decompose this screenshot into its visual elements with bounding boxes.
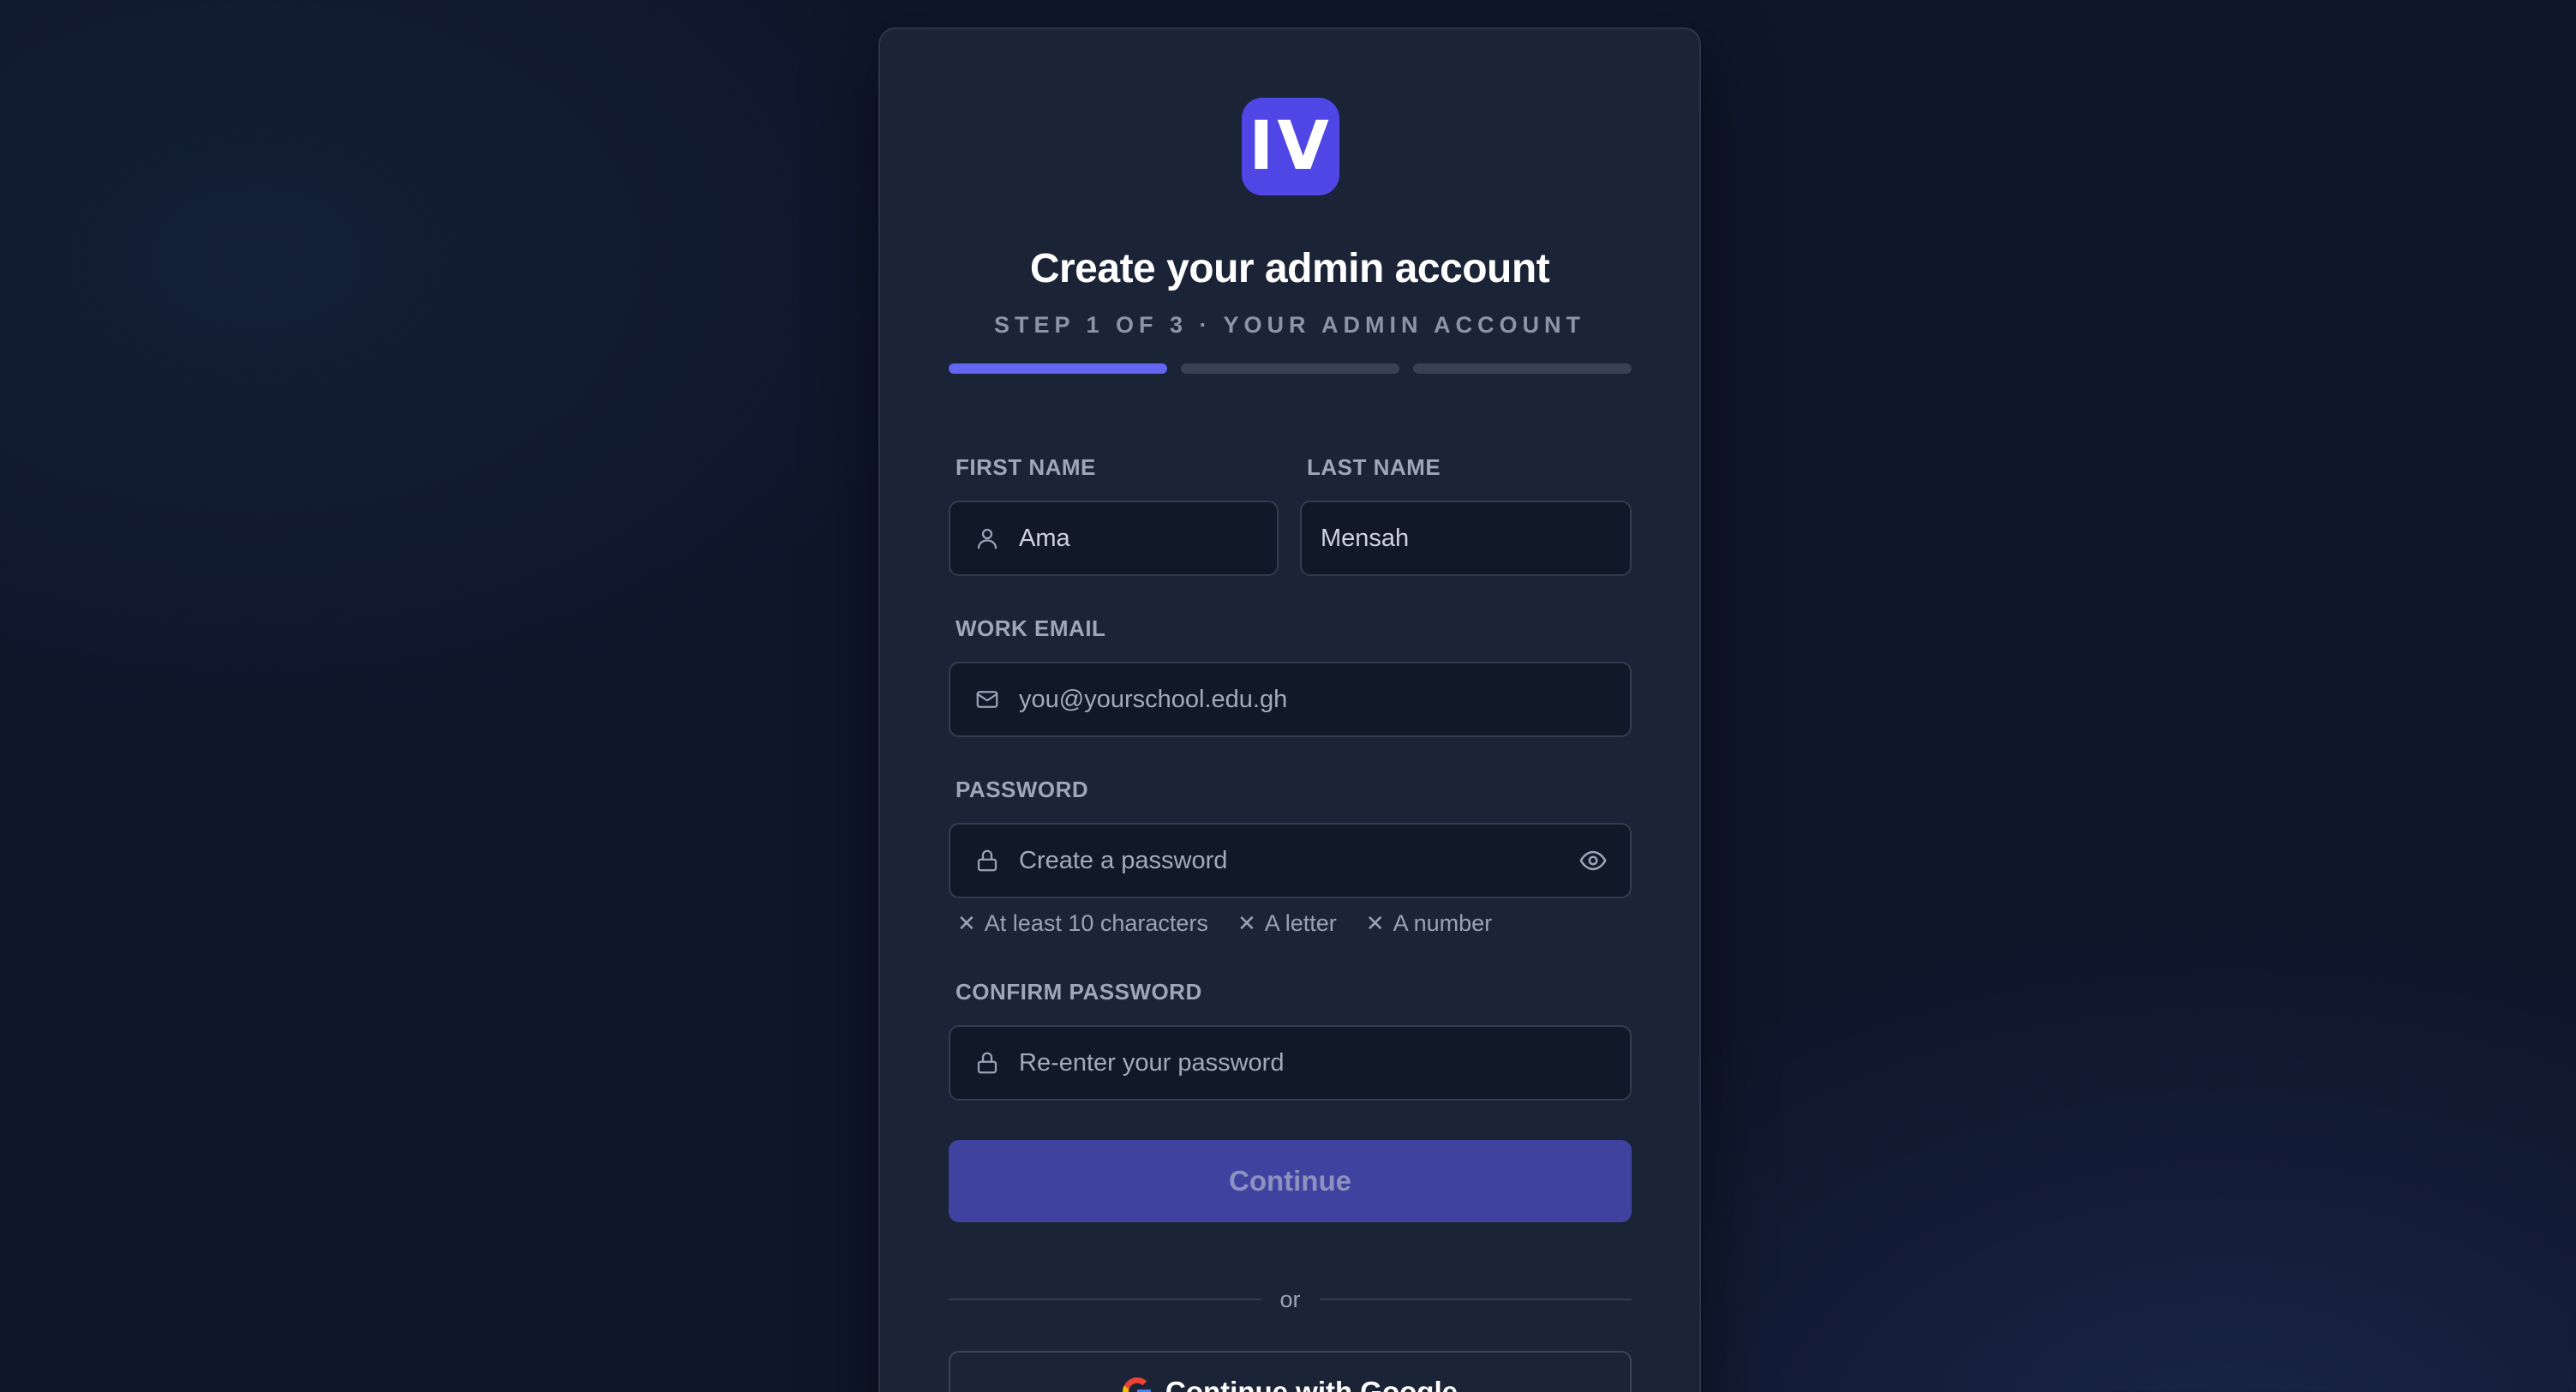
password-requirements: ✕ At least 10 characters ✕ A letter ✕ A … <box>957 910 1492 937</box>
confirm-password-input[interactable] <box>1000 1027 1630 1099</box>
progress-step-3 <box>1413 363 1632 374</box>
page-title: Create your admin account <box>1029 246 1550 291</box>
app-logo: IV <box>1242 98 1339 195</box>
confirm-password-label: CONFIRM PASSWORD <box>956 979 1202 1005</box>
signup-card: IV Create your admin account STEP 1 OF 3… <box>878 27 1701 1392</box>
progress-steps <box>949 363 1632 374</box>
user-icon <box>974 525 1000 551</box>
x-icon: ✕ <box>957 910 976 936</box>
google-icon <box>1123 1377 1151 1392</box>
last-name-label: LAST NAME <box>1307 454 1441 480</box>
lock-icon <box>974 848 1000 873</box>
progress-step-1 <box>949 363 1167 374</box>
first-name-field[interactable] <box>949 501 1342 576</box>
work-email-input[interactable] <box>1000 663 1630 735</box>
divider-line <box>949 1299 1261 1300</box>
confirm-password-field[interactable] <box>949 1025 1632 1101</box>
requirement-length: ✕ At least 10 characters <box>957 910 1208 937</box>
divider-line <box>1319 1299 1632 1300</box>
requirement-letter: ✕ A letter <box>1237 910 1337 937</box>
work-email-field[interactable] <box>949 662 1632 737</box>
last-name-field[interactable] <box>1300 501 1644 576</box>
google-button-label: Continue with Google <box>1165 1376 1458 1392</box>
step-subtitle: STEP 1 OF 3 · YOUR ADMIN ACCOUNT <box>993 312 1586 338</box>
divider-text: or <box>1279 1286 1301 1312</box>
password-label: PASSWORD <box>956 777 1089 802</box>
eye-icon[interactable] <box>1579 846 1608 875</box>
first-name-label: FIRST NAME <box>956 454 1096 480</box>
password-field[interactable] <box>949 823 1632 898</box>
progress-step-2 <box>1181 363 1399 374</box>
x-icon: ✕ <box>1237 910 1256 936</box>
google-signin-button[interactable]: Continue with Google <box>949 1351 1632 1392</box>
logo-text: IV <box>1249 108 1333 185</box>
first-name-input[interactable] <box>1000 502 1342 574</box>
lock-icon <box>974 1050 1000 1076</box>
requirement-label: At least 10 characters <box>984 910 1208 936</box>
continue-button[interactable]: Continue <box>949 1140 1632 1222</box>
last-name-input[interactable] <box>1302 502 1644 574</box>
requirement-number: ✕ A number <box>1366 910 1492 937</box>
requirement-label: A letter <box>1264 910 1337 936</box>
x-icon: ✕ <box>1365 910 1385 936</box>
work-email-label: WORK EMAIL <box>956 615 1106 641</box>
password-input[interactable] <box>1000 825 1579 897</box>
or-divider: or <box>949 1286 1632 1313</box>
mail-icon <box>974 687 1000 712</box>
requirement-label: A number <box>1393 910 1493 936</box>
